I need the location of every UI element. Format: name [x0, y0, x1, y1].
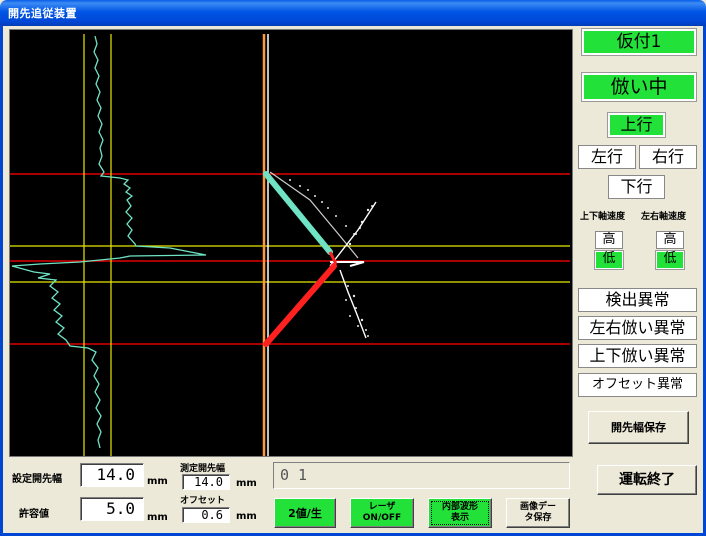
speed-ud-high: 高 — [595, 231, 623, 249]
direction-up-indicator: 上行 — [607, 112, 666, 138]
speed-ud-low: 低 — [594, 250, 624, 270]
laser-label-1: レーザ — [368, 502, 396, 512]
window-frame-left — [0, 26, 3, 536]
image-label-2: タ保存 — [524, 513, 552, 523]
intensity-profile-trace — [11, 35, 207, 449]
wave-label-1: 内部波形 — [441, 502, 478, 512]
mode-indicator: 仮付1 — [581, 28, 697, 56]
tolerance-label: 許容値 — [19, 509, 49, 520]
laser-profile-display — [10, 34, 570, 456]
measured-groove-unit: mm — [236, 478, 257, 489]
measured-groove-label: 測定開先幅 — [180, 464, 226, 474]
laser-reflection-speckle — [289, 179, 373, 337]
direction-left-indicator: 左行 — [578, 145, 636, 169]
offset-label: オフセット — [180, 496, 226, 506]
set-groove-label: 設定開先幅 — [12, 474, 62, 485]
save-image-button[interactable]: 画像デー タ保存 — [506, 498, 570, 528]
internal-waveform-button[interactable]: 内部波形 表示 — [428, 498, 492, 528]
set-groove-unit: mm — [147, 476, 168, 487]
detect-error-indicator: 検出異常 — [578, 288, 697, 312]
direction-down-indicator: 下行 — [608, 175, 665, 199]
offset-value: 0.6 — [182, 507, 230, 523]
tolerance-value[interactable]: 5.0 — [80, 497, 144, 521]
weld-reflection-lower — [339, 269, 367, 339]
save-groove-button[interactable]: 開先幅保存 — [588, 411, 689, 444]
measured-groove-value: 14.0 — [182, 474, 230, 490]
laser-label-2: ON/OFF — [362, 513, 402, 523]
stop-operation-button[interactable]: 運転終了 — [597, 465, 697, 495]
speed-lr-high: 高 — [656, 231, 684, 249]
offset-unit: mm — [236, 511, 257, 522]
message-display: 0 1 — [273, 462, 570, 489]
camera-view — [9, 29, 573, 457]
window-title: 開先追従装置 — [8, 7, 77, 20]
speed-ud-label: 上下軸速度 — [580, 212, 626, 222]
ud-follow-error-indicator: 上下倣い異常 — [578, 344, 697, 368]
set-groove-value[interactable]: 14.0 — [80, 463, 144, 487]
title-bar: 開先追従装置 — [0, 0, 706, 26]
lr-follow-error-indicator: 左右倣い異常 — [578, 316, 697, 340]
speed-lr-low: 低 — [655, 250, 685, 270]
image-label-1: 画像デー — [519, 502, 556, 512]
offset-error-indicator: オフセット異常 — [578, 373, 697, 397]
weld-reflection-upper — [269, 171, 359, 259]
groove-edge-lower — [263, 263, 337, 347]
direction-right-indicator: 右行 — [639, 145, 697, 169]
binary-raw-button[interactable]: 2値/生 — [274, 498, 336, 528]
wave-label-2: 表示 — [450, 513, 469, 523]
tracking-indicator: 倣い中 — [581, 72, 697, 102]
tolerance-unit: mm — [147, 512, 168, 523]
laser-toggle-button[interactable]: レーザ ON/OFF — [350, 498, 414, 528]
speed-lr-label: 左右軸速度 — [641, 212, 687, 222]
